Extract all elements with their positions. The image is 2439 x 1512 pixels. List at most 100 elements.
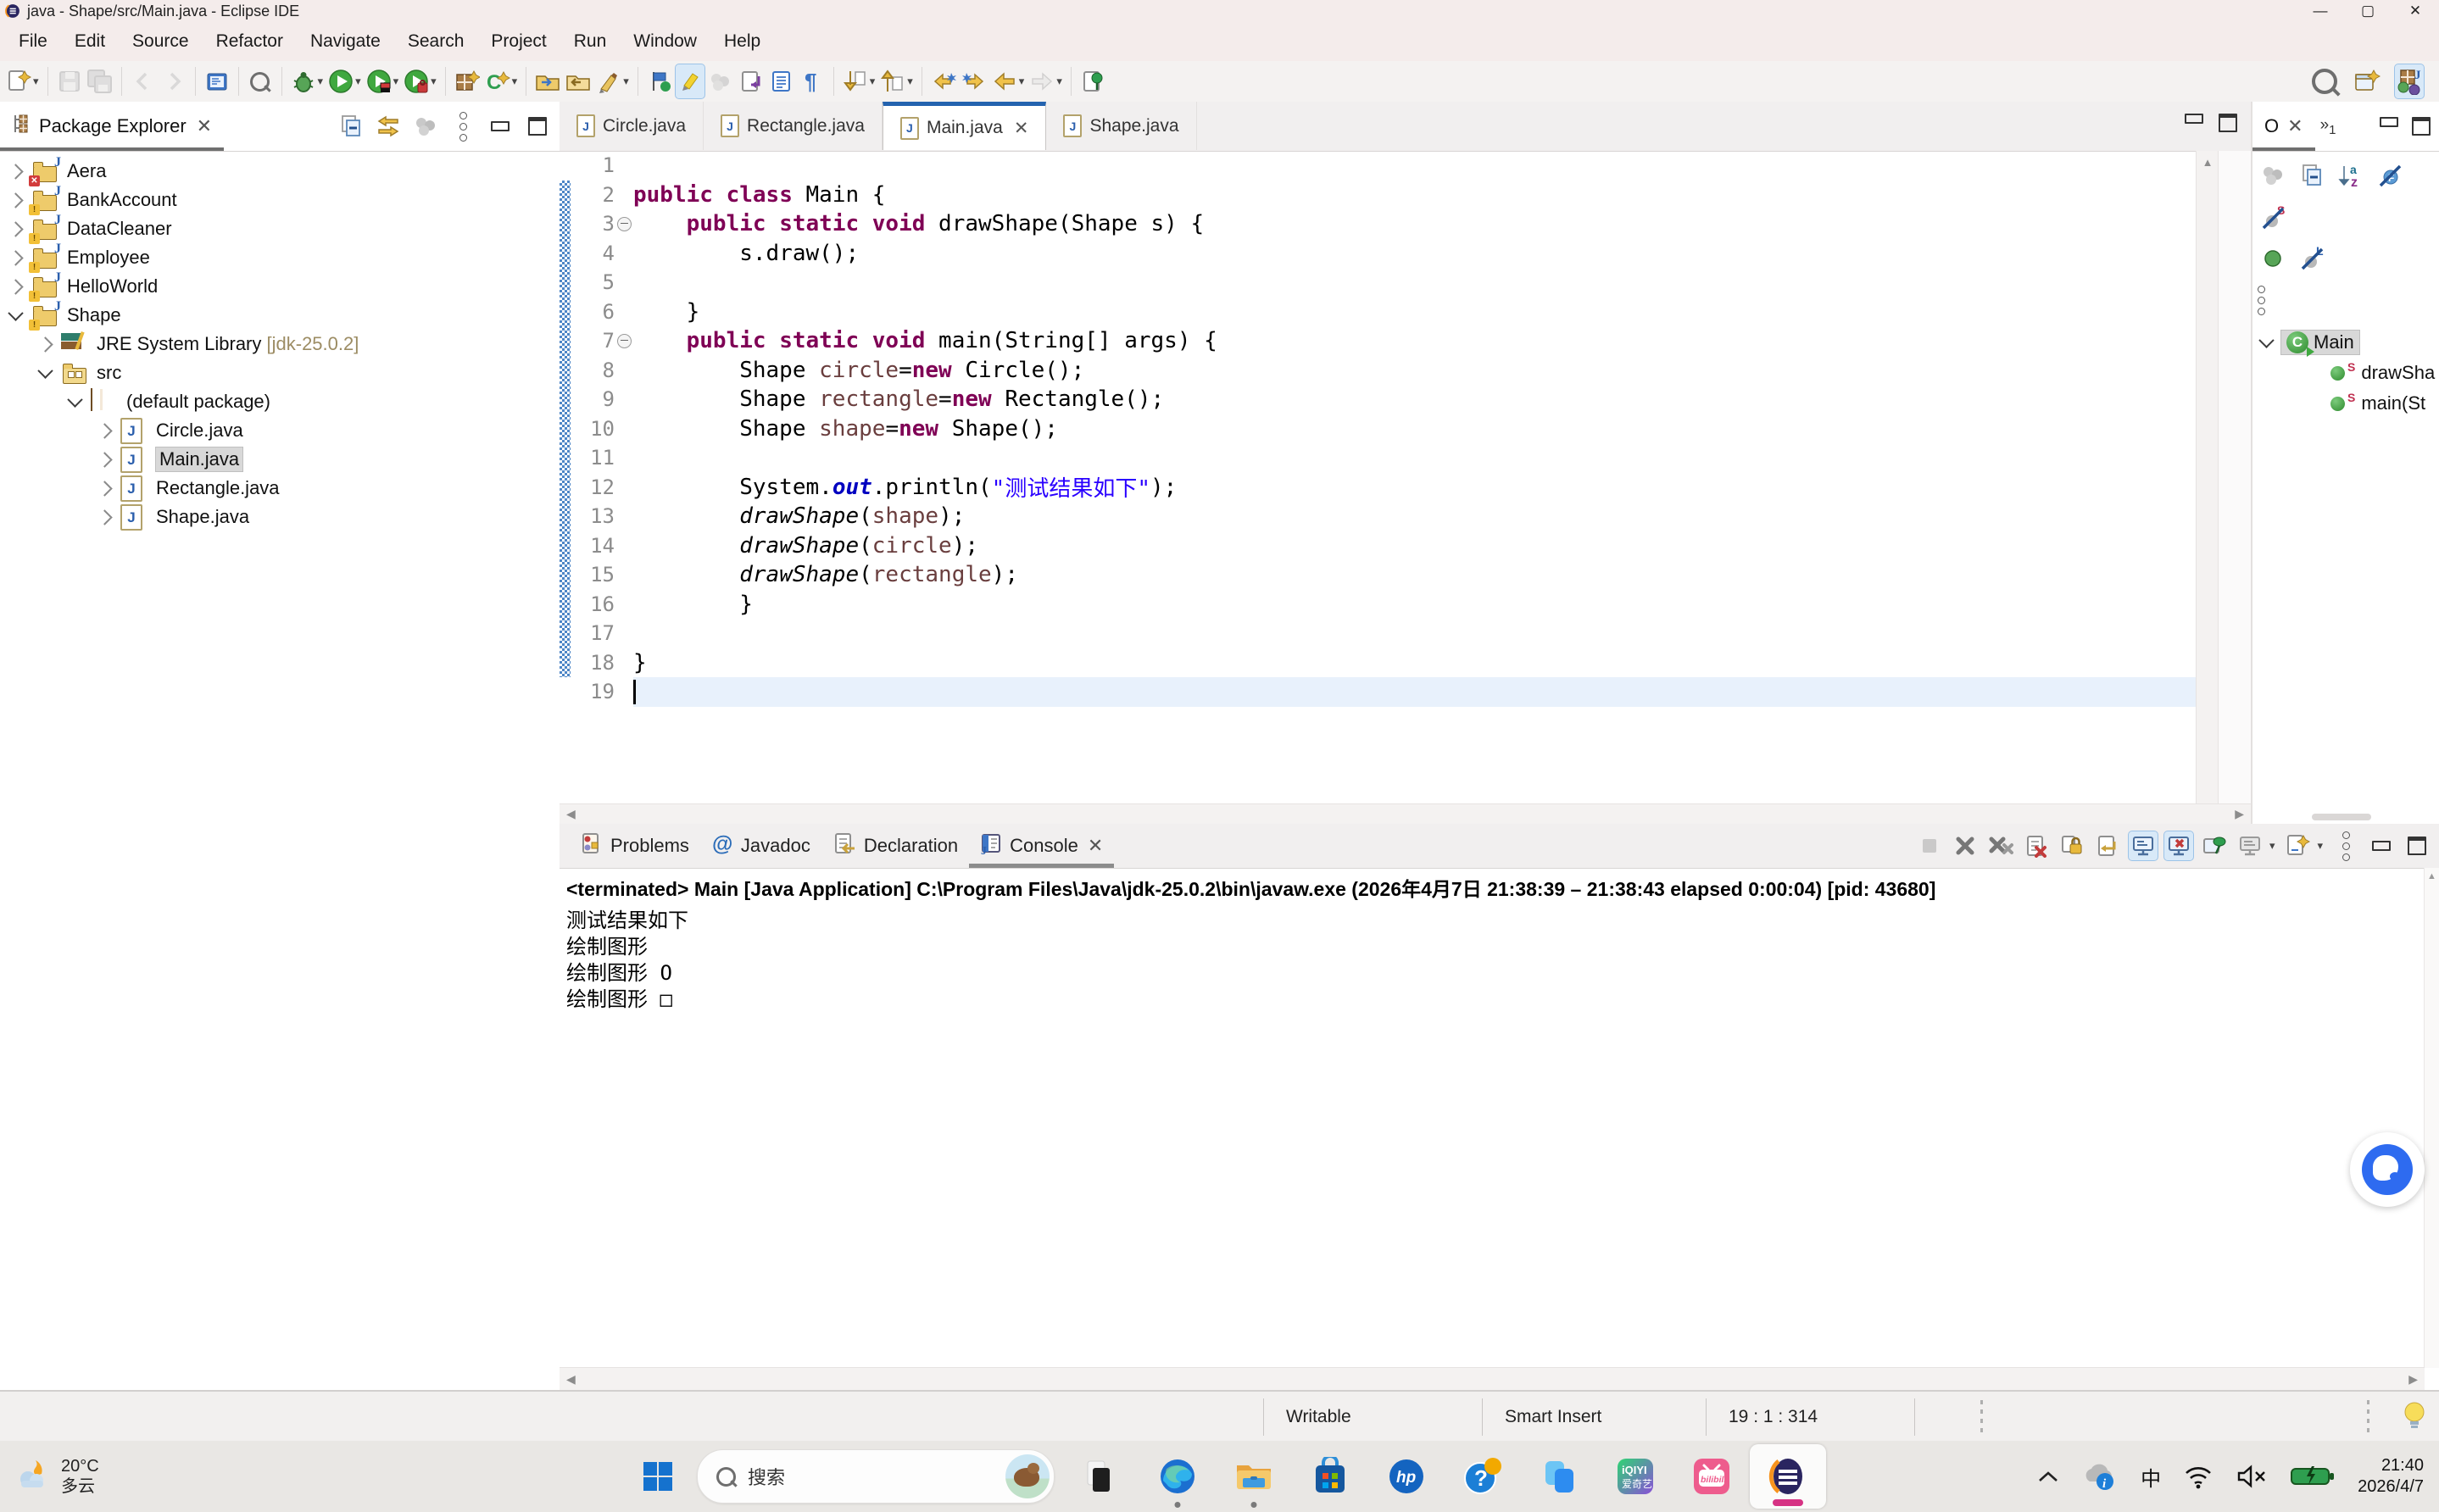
back-dropdown-icon[interactable]: ▾ xyxy=(1019,75,1025,88)
outline-view-menu[interactable] xyxy=(2252,275,2439,315)
taskbar-app-edge[interactable] xyxy=(1139,1441,1216,1512)
chevron-right-icon[interactable] xyxy=(8,192,23,208)
wifi-icon[interactable] xyxy=(2183,1464,2213,1489)
notification-bulb-icon[interactable] xyxy=(2402,1400,2427,1437)
last-edit-forward-icon[interactable] xyxy=(960,64,988,98)
taskbar-app-hp[interactable]: hp xyxy=(1368,1441,1445,1512)
outline-horizontal-scrollbar[interactable] xyxy=(2312,814,2371,820)
editor-tab-main.java[interactable]: JMain.java✕ xyxy=(883,102,1047,150)
debug-dropdown-icon[interactable]: ▾ xyxy=(318,75,324,88)
outline-item-drawsha[interactable]: SdrawSha xyxy=(2252,358,2439,388)
forward-icon[interactable] xyxy=(1027,64,1056,98)
ime-indicator[interactable]: 中 xyxy=(2141,1462,2161,1492)
clear-console-icon[interactable] xyxy=(2022,831,2051,860)
console-vertical-scrollbar[interactable]: ▲ xyxy=(2424,868,2439,1368)
scroll-lock-icon[interactable] xyxy=(2058,831,2086,860)
taskbar-weather[interactable]: 20°C 多云 xyxy=(14,1455,99,1498)
filters-dot-icon[interactable] xyxy=(2258,242,2287,275)
fold-collapse-icon[interactable] xyxy=(615,334,633,348)
prev-annotation-icon[interactable] xyxy=(878,64,907,98)
profile-icon[interactable] xyxy=(402,64,431,98)
outline-item-main-st[interactable]: Smain(St xyxy=(2252,388,2439,419)
focus-people-icon[interactable] xyxy=(411,114,440,139)
minimize-icon[interactable] xyxy=(2380,117,2398,127)
pin-editor-icon[interactable] xyxy=(1078,64,1107,98)
taskbar-app-task-view[interactable] xyxy=(1063,1441,1139,1512)
chevron-right-icon[interactable] xyxy=(97,481,112,496)
menu-item-edit[interactable]: Edit xyxy=(61,22,119,61)
coverage-dropdown-icon[interactable]: ▾ xyxy=(393,75,399,88)
minimize-icon[interactable] xyxy=(2185,114,2203,124)
more-views-button[interactable]: »1 xyxy=(2320,116,2336,137)
collapse-all-icon[interactable] xyxy=(337,114,365,139)
taskbar-app-eclipse[interactable] xyxy=(1750,1444,1826,1509)
maximize-icon[interactable] xyxy=(2219,114,2237,132)
last-edit-back-icon[interactable] xyxy=(929,64,958,98)
save-icon[interactable] xyxy=(55,64,84,98)
collapse-all-icon[interactable] xyxy=(2297,158,2326,192)
terminate-icon[interactable] xyxy=(1915,831,1944,860)
tree-item-circle-java[interactable]: JCircle.java xyxy=(0,416,560,445)
tree-item--default-package-[interactable]: (default package) xyxy=(0,387,560,416)
menu-item-file[interactable]: File xyxy=(5,22,61,61)
console-tab-declaration[interactable]: Declaration xyxy=(821,824,969,868)
console-horizontal-scrollbar[interactable]: ◀ ▶ xyxy=(560,1367,2425,1390)
save-all-icon[interactable] xyxy=(86,64,114,98)
tray-clock[interactable]: 21:40 2026/4/7 xyxy=(2358,1455,2424,1498)
chevron-down-icon[interactable] xyxy=(8,305,23,320)
tab-outline[interactable]: O ✕ xyxy=(2252,102,2315,151)
tree-item-bankaccount[interactable]: J!BankAccount xyxy=(0,186,560,214)
minimize-button[interactable]: — xyxy=(2297,0,2344,22)
hide-fields-icon[interactable]: F xyxy=(2375,158,2404,192)
view-menu-icon[interactable] xyxy=(448,114,477,139)
next-annotation-dropdown-icon[interactable]: ▾ xyxy=(870,75,876,88)
editor-vertical-scrollbar[interactable]: ▲ xyxy=(2196,151,2219,803)
minimize-icon[interactable] xyxy=(486,114,515,139)
display-console-dropdown-icon[interactable]: ▾ xyxy=(2269,839,2275,853)
search-highlight-image[interactable] xyxy=(1005,1454,1050,1498)
tree-item-datacleaner[interactable]: J!DataCleaner xyxy=(0,214,560,243)
taskbar-app-help[interactable]: ? xyxy=(1445,1441,1521,1512)
scroll-right-icon[interactable]: ▶ xyxy=(2235,807,2244,821)
coverage-icon[interactable] xyxy=(365,64,393,98)
chevron-right-icon[interactable] xyxy=(37,336,53,352)
show-stdout-icon[interactable] xyxy=(2129,831,2158,860)
tree-item-employee[interactable]: J!Employee xyxy=(0,243,560,272)
back-icon[interactable] xyxy=(990,64,1019,98)
hide-local-icon[interactable]: L xyxy=(2297,242,2326,275)
tree-item-aera[interactable]: J✕Aera xyxy=(0,157,560,186)
volume-muted-icon[interactable] xyxy=(2236,1464,2268,1489)
view-menu-icon[interactable] xyxy=(2258,286,2265,315)
show-doc-icon[interactable] xyxy=(767,64,796,98)
perspective-java-icon[interactable]: J xyxy=(2395,64,2424,98)
console-tab-javadoc[interactable]: @Javadoc xyxy=(700,824,821,868)
editor-horizontal-scrollbar[interactable]: ◀ ▶ xyxy=(560,803,2251,824)
maximize-icon[interactable] xyxy=(2403,831,2431,860)
console-tab-problems[interactable]: Problems xyxy=(570,824,700,868)
focus-people-icon[interactable] xyxy=(2258,158,2287,192)
undo-icon[interactable] xyxy=(129,64,158,98)
tree-item-shape-java[interactable]: JShape.java xyxy=(0,503,560,531)
remove-all-launches-icon[interactable] xyxy=(1986,831,2015,860)
menu-item-help[interactable]: Help xyxy=(710,22,774,61)
chevron-down-icon[interactable] xyxy=(37,363,53,378)
fold-collapse-icon[interactable] xyxy=(615,217,633,231)
menu-item-navigate[interactable]: Navigate xyxy=(297,22,394,61)
console-output[interactable]: 测试结果如下绘制图形绘制图形 O绘制图形 □ xyxy=(560,906,2439,1014)
highlighter-icon[interactable] xyxy=(676,64,704,98)
chevron-right-icon[interactable] xyxy=(97,452,112,467)
prev-annotation-dropdown-icon[interactable]: ▾ xyxy=(907,75,913,88)
taskbar-app-bilibili[interactable]: bilibili xyxy=(1673,1441,1750,1512)
battery-charging-icon[interactable] xyxy=(2290,1465,2336,1488)
new-wizard-dropdown-icon[interactable]: ▾ xyxy=(33,75,39,88)
tree-item-main-java[interactable]: JMain.java xyxy=(0,445,560,474)
pin-console-icon[interactable] xyxy=(2200,831,2229,860)
profile-dropdown-icon[interactable]: ▾ xyxy=(431,75,437,88)
paintbrush-icon[interactable] xyxy=(594,64,623,98)
scroll-left-icon[interactable]: ◀ xyxy=(566,1372,576,1387)
run-dropdown-icon[interactable]: ▾ xyxy=(355,75,361,88)
outline-item-main[interactable]: CMain xyxy=(2252,327,2439,358)
new-java-project-icon[interactable] xyxy=(453,64,482,98)
taskbar-app-iqiyi[interactable]: iQIYI爱奇艺 xyxy=(1597,1441,1673,1512)
forward-dropdown-icon[interactable]: ▾ xyxy=(1056,75,1062,88)
